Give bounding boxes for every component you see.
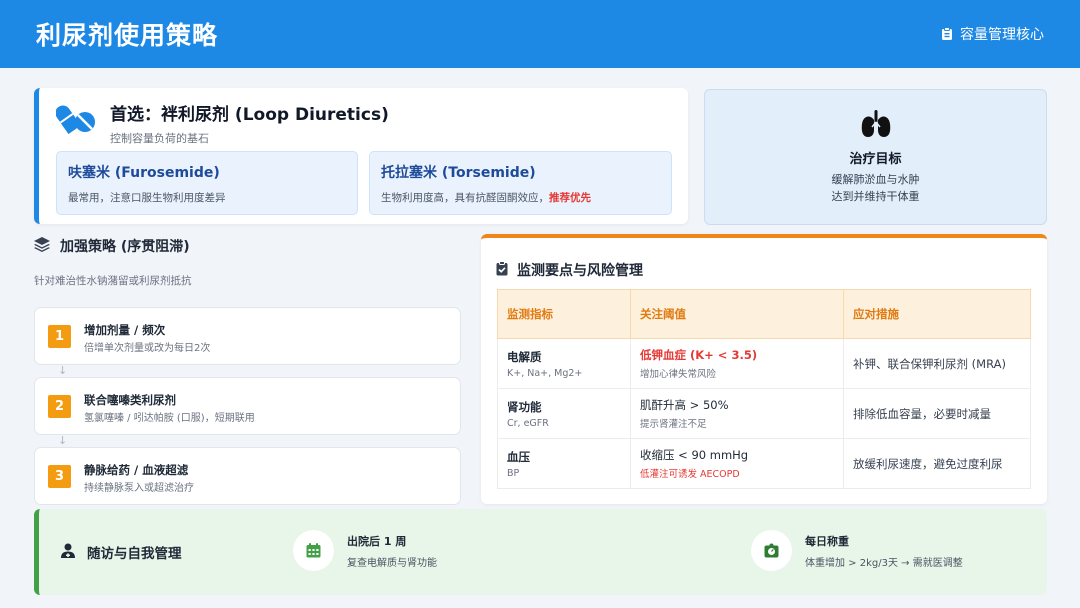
follow-up-title: 随访与自我管理 — [87, 546, 182, 562]
drug-desc: 最常用，注意口服生物利用度差异 — [68, 192, 226, 204]
drug-desc: 生物利用度高，具有抗醛固酮效应，推荐优先 — [381, 190, 660, 205]
weight-icon — [751, 530, 792, 571]
drug-name: 呋塞米 (Furosemide) — [68, 165, 220, 181]
pills-icon — [55, 100, 96, 138]
indicator-cell: 电解质 K+, Na+, Mg2+ — [497, 338, 631, 389]
indicator-sub: Cr, eGFR — [507, 417, 549, 429]
clipboard-icon — [941, 27, 953, 41]
step-number: 2 — [48, 395, 71, 418]
goal-line-2: 达到并维持干体重 — [831, 190, 920, 203]
monitoring-table: 监测指标 关注阈值 应对措施 电解质 K+, Na+, Mg2+ 低钾血症 (K+… — [497, 289, 1031, 489]
treatment-goal-card: 治疗目标 缓解肺淤血与水肿 达到并维持干体重 — [704, 89, 1047, 225]
threshold-value: 低钾血症 (K+ < 3.5) — [640, 348, 758, 362]
step-desc: 氢氯噻嗪 / 吲达帕胺 (口服)，短期联用 — [84, 413, 255, 424]
layers-icon — [34, 236, 50, 256]
step-desc: 持续静脉泵入或超滤治疗 — [84, 483, 194, 494]
column-header: 关注阈值 — [630, 289, 844, 339]
monitoring-header: 监测要点与风险管理 — [496, 260, 643, 280]
step-arrow-icon: ↓ — [58, 364, 68, 377]
step-title: 静脉给药 / 血液超滤 — [84, 463, 189, 477]
column-header: 监测指标 — [497, 289, 631, 339]
threshold-cell: 收缩压 < 90 mmHg 低灌注可诱发 AECOPD — [630, 438, 844, 489]
action-cell: 补钾、联合保钾利尿剂 (MRA) — [843, 338, 1031, 389]
follow-up-card: 随访与自我管理 出院后 1 周 复查电解质与肾功能 每日称重 体重增加 > 2k… — [34, 509, 1047, 595]
drug-card-torsemide: 托拉塞米 (Torsemide) 生物利用度高，具有抗醛固酮效应，推荐优先 — [369, 151, 672, 215]
follow-up-header: 随访与自我管理 — [61, 542, 182, 562]
page-title: 利尿剂使用策略 — [36, 21, 219, 50]
table-row: 肾功能 Cr, eGFR 肌酐升高 > 50% 提示肾灌注不足 排除低血容量，必要时… — [497, 388, 1031, 439]
first-choice-title: 首选：袢利尿剂 (Loop Diuretics) — [110, 105, 389, 125]
step-desc: 倍增单次剂量或改为每日2次 — [84, 343, 211, 354]
strategy-subtitle: 针对难治性水钠潴留或利尿剂抵抗 — [34, 275, 192, 287]
table-header-row: 监测指标 关注阈值 应对措施 — [497, 289, 1031, 339]
step-title: 增加剂量 / 频次 — [84, 323, 166, 337]
threshold-note: 增加心律失常风险 — [640, 369, 717, 380]
action-cell: 放缓利尿速度，避免过度利尿 — [843, 438, 1031, 489]
indicator-sub: K+, Na+, Mg2+ — [507, 367, 583, 379]
strategy-title: 加强策略 (序贯阻滞) — [60, 239, 190, 255]
monitoring-card: 监测要点与风险管理 监测指标 关注阈值 应对措施 电解质 K+, Na+, Mg2… — [481, 234, 1047, 504]
first-choice-subtitle: 控制容量负荷的基石 — [110, 132, 209, 145]
threshold-cell: 低钾血症 (K+ < 3.5) 增加心律失常风险 — [630, 338, 844, 389]
goal-line-1: 缓解肺淤血与水肿 — [831, 173, 920, 186]
step-arrow-icon: ↓ — [58, 434, 68, 447]
user-doctor-icon — [61, 543, 75, 562]
column-header: 应对措施 — [843, 289, 1031, 339]
drug-desc-text: 生物利用度高，具有抗醛固酮效应， — [381, 192, 549, 204]
indicator-cell: 肾功能 Cr, eGFR — [497, 388, 631, 439]
table-row: 电解质 K+, Na+, Mg2+ 低钾血症 (K+ < 3.5) 增加心律失常风险… — [497, 338, 1031, 389]
monitoring-title: 监测要点与风险管理 — [517, 263, 643, 279]
drug-name: 托拉塞米 (Torsemide) — [381, 165, 536, 181]
drug-card-furosemide: 呋塞米 (Furosemide) 最常用，注意口服生物利用度差异 — [56, 151, 358, 215]
follow-item-title: 每日称重 — [805, 534, 849, 548]
indicator-name: 肾功能 — [507, 399, 542, 414]
indicator-name: 血压 — [507, 449, 530, 464]
step-number: 1 — [48, 325, 71, 348]
header-bar: 利尿剂使用策略 容量管理核心 — [0, 0, 1080, 68]
threshold-cell: 肌酐升高 > 50% 提示肾灌注不足 — [630, 388, 844, 439]
follow-item-desc: 复查电解质与肾功能 — [347, 557, 437, 569]
lungs-icon — [860, 110, 892, 142]
strategy-step-3: 3 静脉给药 / 血液超滤 持续静脉泵入或超滤治疗 — [34, 447, 461, 505]
first-choice-card: 首选：袢利尿剂 (Loop Diuretics) 控制容量负荷的基石 呋塞米 (… — [34, 88, 688, 224]
indicator-sub: BP — [507, 467, 520, 479]
threshold-value: 收缩压 < 90 mmHg — [640, 448, 749, 462]
calendar-icon — [293, 530, 334, 571]
follow-item-recheck: 出院后 1 周 复查电解质与肾功能 — [293, 530, 437, 571]
strategy-step-1: 1 增加剂量 / 频次 倍增单次剂量或改为每日2次 — [34, 307, 461, 365]
follow-item-title: 出院后 1 周 — [347, 534, 407, 548]
step-title: 联合噻嗪类利尿剂 — [84, 393, 176, 407]
follow-item-desc: 体重增加 > 2kg/3天 → 需就医调整 — [805, 557, 963, 569]
action-cell: 排除低血容量，必要时减量 — [843, 388, 1031, 439]
step-number: 3 — [48, 465, 71, 488]
header-tag: 容量管理核心 — [941, 24, 1044, 44]
strategy-header: 加强策略 (序贯阻滞) — [34, 236, 190, 256]
table-row: 血压 BP 收缩压 < 90 mmHg 低灌注可诱发 AECOPD 放缓利尿速度，避… — [497, 438, 1031, 489]
header-tag-label: 容量管理核心 — [960, 27, 1044, 43]
threshold-note: 低灌注可诱发 AECOPD — [640, 469, 740, 480]
goal-title: 治疗目标 — [849, 152, 902, 167]
first-choice-header: 首选：袢利尿剂 (Loop Diuretics) 控制容量负荷的基石 — [55, 100, 389, 146]
clipboard-check-icon — [496, 260, 508, 280]
follow-item-weight: 每日称重 体重增加 > 2kg/3天 → 需就医调整 — [751, 530, 963, 571]
threshold-value: 肌酐升高 > 50% — [640, 398, 729, 412]
indicator-cell: 血压 BP — [497, 438, 631, 489]
recommend-tag: 推荐优先 — [549, 192, 591, 204]
threshold-note: 提示肾灌注不足 — [640, 419, 707, 430]
indicator-name: 电解质 — [507, 349, 542, 364]
strategy-step-2: 2 联合噻嗪类利尿剂 氢氯噻嗪 / 吲达帕胺 (口服)，短期联用 — [34, 377, 461, 435]
